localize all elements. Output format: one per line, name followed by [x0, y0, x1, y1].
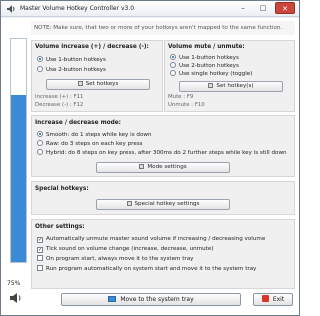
mode-settings-button[interactable]: Mode settings [96, 162, 230, 173]
volume-slider[interactable] [10, 38, 27, 263]
mute-radio-1button[interactable]: Use 1-button hotkeys [170, 54, 239, 62]
title-bar[interactable]: Master Volume Hotkey Controller v3.0 – □… [1, 1, 299, 17]
keyboard-icon [126, 201, 132, 206]
note-text: NOTE: Make sure, that two or more of you… [31, 21, 295, 35]
mode-panel: Increase / decrease mode: Smooth: do 1 s… [31, 115, 295, 177]
increase-hotkey-label: Increase (+) : F11 [35, 94, 84, 100]
decrease-hotkey-label: Decrease (-) : F12 [35, 102, 84, 108]
radio-indicator [170, 54, 176, 60]
keyboard-icon [77, 81, 83, 86]
move-to-tray-button[interactable]: Move to the system tray [61, 293, 241, 306]
app-window: Master Volume Hotkey Controller v3.0 – □… [0, 0, 300, 316]
radio-indicator [37, 140, 43, 146]
close-button[interactable]: ✕ [275, 2, 295, 14]
check-tick-sound[interactable]: ✓ Tick sound on volume change (increase, … [37, 245, 214, 253]
check-start-in-tray[interactable]: On program start, always move it to the … [37, 255, 193, 263]
incdec-radio-2button[interactable]: Use 2-button hotkeys [37, 66, 106, 74]
volume-level-fill [11, 94, 26, 262]
increase-decrease-title: Volume increase (+) / decrease (-): [35, 44, 149, 50]
exit-button[interactable]: Exit [253, 293, 293, 306]
mute-unmute-panel: Volume mute / unmute: Use 1-button hotke… [164, 40, 295, 112]
other-settings-panel: Other settings: ✓ Automatically unmute ma… [31, 219, 295, 289]
mode-radio-smooth[interactable]: Smooth: do 1 steps while key is down [37, 131, 151, 139]
incdec-radio-1button[interactable]: Use 1-button hotkeys [37, 56, 106, 64]
mute-hotkey-label: Mute : F9 [168, 94, 194, 100]
other-settings-title: Other settings: [35, 224, 85, 230]
exit-icon [261, 295, 269, 302]
keyboard-icon [208, 83, 214, 88]
set-hotkeys-button[interactable]: Set hotkeys [46, 79, 150, 90]
client-area: 75% NOTE: Make sure, that two or more of… [1, 18, 299, 315]
radio-indicator [37, 56, 43, 62]
radio-indicator [37, 66, 43, 72]
check-auto-unmute[interactable]: ✓ Automatically unmute master sound volum… [37, 235, 265, 243]
radio-indicator [170, 70, 176, 76]
mode-radio-raw[interactable]: Raw: do 3 steps on each key press [37, 140, 143, 148]
tray-icon [108, 296, 117, 302]
increase-decrease-panel: Volume increase (+) / decrease (-): Use … [31, 40, 163, 112]
unmute-hotkey-label: Unmute : F10 [168, 102, 205, 108]
special-hotkeys-panel: Special hotkeys: Special hotkey settings [31, 181, 295, 215]
set-mute-hotkeys-button[interactable]: Set hotkey(s) [179, 81, 283, 92]
special-hotkey-settings-button[interactable]: Special hotkey settings [96, 199, 230, 210]
radio-indicator [170, 62, 176, 68]
settings-icon [139, 164, 145, 169]
checkbox [37, 265, 43, 271]
mute-radio-2button[interactable]: Use 2-button hotkeys [170, 62, 239, 70]
maximize-button[interactable]: □ [253, 2, 273, 14]
radio-indicator [37, 131, 43, 137]
mode-radio-hybrid[interactable]: Hybrid: do 8 steps on key press, after 3… [37, 149, 287, 157]
settings-area: NOTE: Make sure, that two or more of you… [31, 21, 295, 313]
minimize-button[interactable]: – [233, 2, 253, 14]
mute-radio-toggle[interactable]: Use single hotkey (toggle) [170, 70, 252, 78]
checkbox: ✓ [37, 237, 43, 243]
special-hotkeys-title: Special hotkeys: [35, 186, 89, 192]
window-title: Master Volume Hotkey Controller v3.0 [20, 5, 135, 12]
checkbox [37, 255, 43, 261]
check-run-on-startup[interactable]: Run program automatically on system star… [37, 265, 256, 273]
mute-unmute-title: Volume mute / unmute: [168, 44, 245, 50]
volume-percent-label: 75% [7, 280, 21, 287]
app-icon [7, 5, 15, 13]
checkbox: ✓ [37, 247, 43, 253]
mode-title: Increase / decrease mode: [35, 120, 121, 126]
radio-indicator [37, 149, 43, 155]
speaker-icon[interactable] [9, 292, 23, 304]
